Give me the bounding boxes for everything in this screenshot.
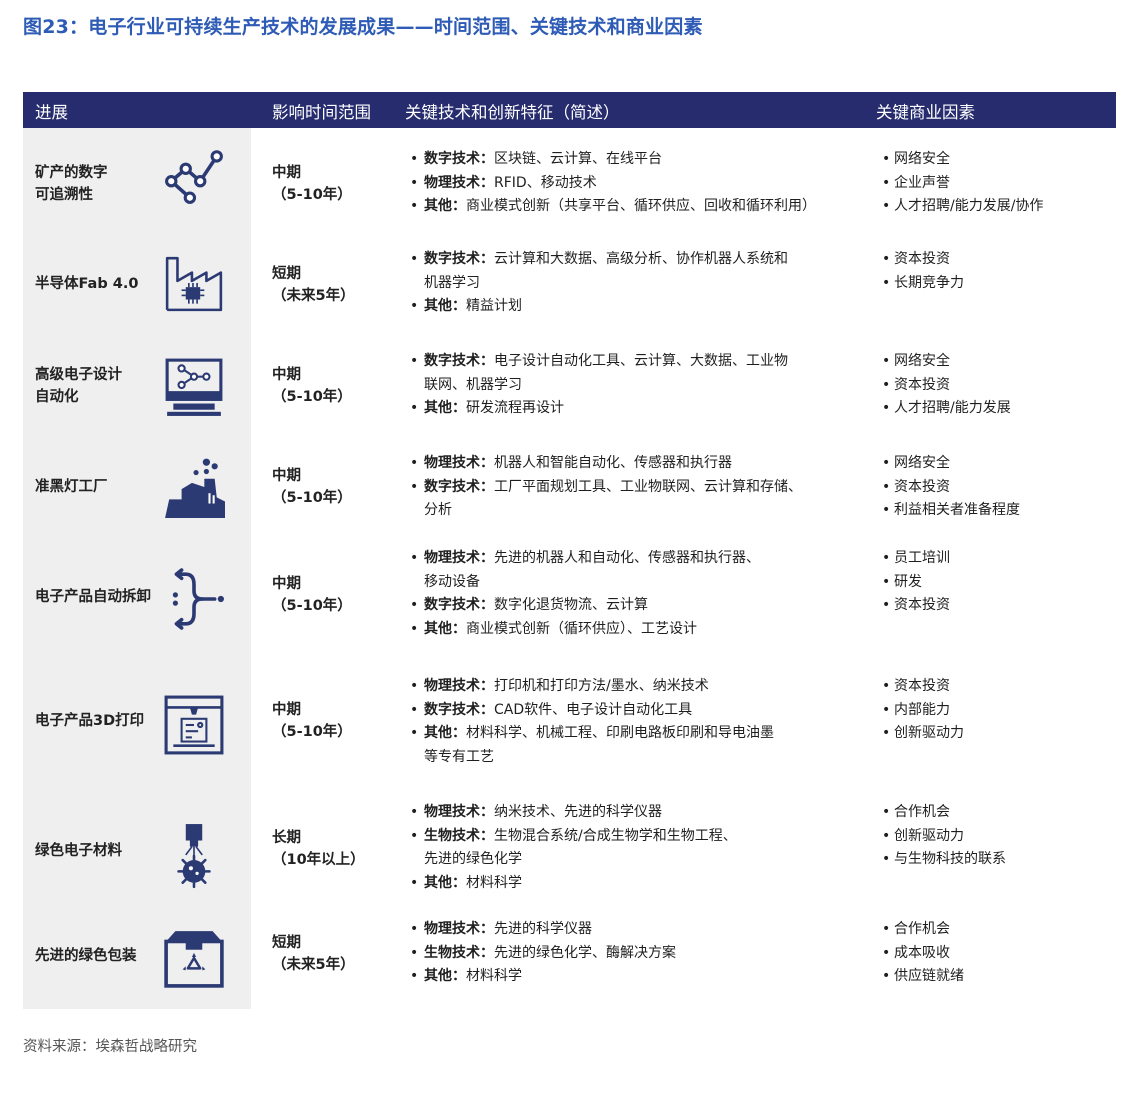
header-tech: 关键技术和创新特征（简述） [405, 103, 620, 122]
tech-item: 物理技术：RFID、移动技术 [408, 172, 863, 196]
business-item: 资本投资 [880, 594, 1110, 618]
business-list: 资本投资 长期竞争力 [880, 248, 1110, 295]
progress-name: 先进的绿色包装 [35, 948, 137, 964]
recycle-box-icon [163, 927, 225, 989]
business-list: 网络安全 企业声誉 人才招聘/能力发展/协作 [880, 148, 1110, 219]
tech-item: 物理技术：先进的机器人和自动化、传感器和执行器、移动设备 [408, 547, 863, 594]
tech-item: 数字技术：云计算和大数据、高级分析、协作机器人系统和机器学习 [408, 248, 863, 295]
tech-item: 数字技术：电子设计自动化工具、云计算、大数据、工业物联网、机器学习 [408, 350, 863, 397]
business-item: 网络安全 [880, 148, 1110, 172]
progress-name: 电子产品自动拆卸 [35, 589, 151, 605]
timeframe: 中期 （5-10年） [272, 576, 352, 614]
business-item: 长期竞争力 [880, 272, 1110, 296]
business-item: 创新驱动力 [880, 722, 1110, 746]
monitor-network-icon [163, 356, 225, 418]
tech-item: 数字技术：CAD软件、电子设计自动化工具 [408, 699, 863, 723]
timeframe: 中期 （5-10年） [272, 367, 352, 405]
progress-name: 矿产的数字 可追溯性 [35, 165, 108, 203]
business-item: 研发 [880, 571, 1110, 595]
timeframe: 中期 （5-10年） [272, 468, 352, 506]
tech-item: 其他：材料科学 [408, 872, 863, 896]
timeframe: 短期 （未来5年） [272, 266, 355, 304]
timeframe: 中期 （5-10年） [272, 702, 352, 740]
business-list: 网络安全 资本投资 人才招聘/能力发展 [880, 350, 1110, 421]
tech-item: 物理技术：先进的科学仪器 [408, 918, 863, 942]
source-note: 资料来源：埃森哲战略研究 [23, 1039, 197, 1055]
progress-name: 电子产品3D打印 [35, 713, 145, 729]
dark-factory-icon [163, 456, 225, 518]
table-header: 进展 影响时间范围 关键技术和创新特征（简述） 关键商业因素 [23, 92, 1116, 128]
tech-item: 其他：商业模式创新（循环供应）、工艺设计 [408, 618, 863, 642]
business-item: 内部能力 [880, 699, 1110, 723]
timeframe: 长期 （10年以上） [272, 830, 365, 868]
business-list: 网络安全 资本投资 利益相关者准备程度 [880, 452, 1110, 523]
business-item: 创新驱动力 [880, 825, 1110, 849]
business-item: 合作机会 [880, 918, 1110, 942]
tech-item: 生物技术：生物混合系统/合成生物学和生物工程、先进的绿色化学 [408, 825, 863, 872]
business-item: 人才招聘/能力发展 [880, 397, 1110, 421]
business-item: 成本吸收 [880, 942, 1110, 966]
tech-item: 数字技术：工厂平面规划工具、工业物联网、云计算和存储、分析 [408, 476, 863, 523]
figure-title: 图23：电子行业可持续生产技术的发展成果——时间范围、关键技术和商业因素 [23, 16, 703, 38]
tech-list: 物理技术：机器人和智能自动化、传感器和执行器 数字技术：工厂平面规划工具、工业物… [408, 452, 863, 523]
tech-item: 生物技术：先进的绿色化学、酶解决方案 [408, 942, 863, 966]
business-item: 供应链就绪 [880, 965, 1110, 989]
timeframe: 中期 （5-10年） [272, 165, 352, 203]
business-item: 与生物科技的联系 [880, 848, 1110, 872]
tech-list: 物理技术：纳米技术、先进的科学仪器 生物技术：生物混合系统/合成生物学和生物工程… [408, 801, 863, 895]
tech-item: 其他：研发流程再设计 [408, 397, 863, 421]
tech-item: 数字技术：区块链、云计算、在线平台 [408, 148, 863, 172]
tech-list: 数字技术：云计算和大数据、高级分析、协作机器人系统和机器学习 其他：精益计划 [408, 248, 863, 319]
business-item: 网络安全 [880, 452, 1110, 476]
tech-item: 其他：材料科学、机械工程、印刷电路板印刷和导电油墨等专有工艺 [408, 722, 863, 769]
timeframe: 短期 （未来5年） [272, 935, 355, 973]
business-item: 员工培训 [880, 547, 1110, 571]
header-timeframe: 影响时间范围 [272, 103, 371, 122]
factory-chip-icon [163, 252, 225, 314]
tech-item: 数字技术：数字化退货物流、云计算 [408, 594, 863, 618]
business-item: 资本投资 [880, 248, 1110, 272]
tech-item: 其他：材料科学 [408, 965, 863, 989]
business-list: 合作机会 创新驱动力 与生物科技的联系 [880, 801, 1110, 872]
disassembly-arrows-icon [163, 568, 225, 630]
progress-name: 准黑灯工厂 [35, 479, 108, 495]
header-business: 关键商业因素 [876, 103, 975, 122]
tech-item: 物理技术：打印机和打印方法/墨水、纳米技术 [408, 675, 863, 699]
tech-list: 物理技术：先进的科学仪器 生物技术：先进的绿色化学、酶解决方案 其他：材料科学 [408, 918, 863, 989]
tech-item: 其他：精益计划 [408, 295, 863, 319]
business-list: 资本投资 内部能力 创新驱动力 [880, 675, 1110, 746]
business-list: 员工培训 研发 资本投资 [880, 547, 1110, 618]
bio-material-icon [163, 822, 225, 889]
business-item: 资本投资 [880, 675, 1110, 699]
business-item: 资本投资 [880, 374, 1110, 398]
3d-printer-icon [163, 694, 225, 756]
progress-name: 绿色电子材料 [35, 843, 122, 859]
business-item: 利益相关者准备程度 [880, 499, 1110, 523]
tech-list: 数字技术：区块链、云计算、在线平台 物理技术：RFID、移动技术 其他：商业模式… [408, 148, 863, 219]
progress-name: 高级电子设计 自动化 [35, 367, 122, 405]
tech-item: 物理技术：机器人和智能自动化、传感器和执行器 [408, 452, 863, 476]
tech-list: 物理技术：先进的机器人和自动化、传感器和执行器、移动设备 数字技术：数字化退货物… [408, 547, 863, 641]
tech-list: 数字技术：电子设计自动化工具、云计算、大数据、工业物联网、机器学习 其他：研发流… [408, 350, 863, 421]
tech-list: 物理技术：打印机和打印方法/墨水、纳米技术 数字技术：CAD软件、电子设计自动化… [408, 675, 863, 769]
business-item: 企业声誉 [880, 172, 1110, 196]
tech-item: 物理技术：纳米技术、先进的科学仪器 [408, 801, 863, 825]
business-item: 资本投资 [880, 476, 1110, 500]
business-item: 合作机会 [880, 801, 1110, 825]
business-item: 人才招聘/能力发展/协作 [880, 195, 1110, 219]
progress-name: 半导体Fab 4.0 [35, 276, 139, 292]
business-list: 合作机会 成本吸收 供应链就绪 [880, 918, 1110, 989]
traceability-nodes-icon [163, 144, 225, 206]
header-progress: 进展 [35, 103, 68, 122]
tech-item: 其他：商业模式创新（共享平台、循环供应、回收和循环利用） [408, 195, 863, 219]
business-item: 网络安全 [880, 350, 1110, 374]
